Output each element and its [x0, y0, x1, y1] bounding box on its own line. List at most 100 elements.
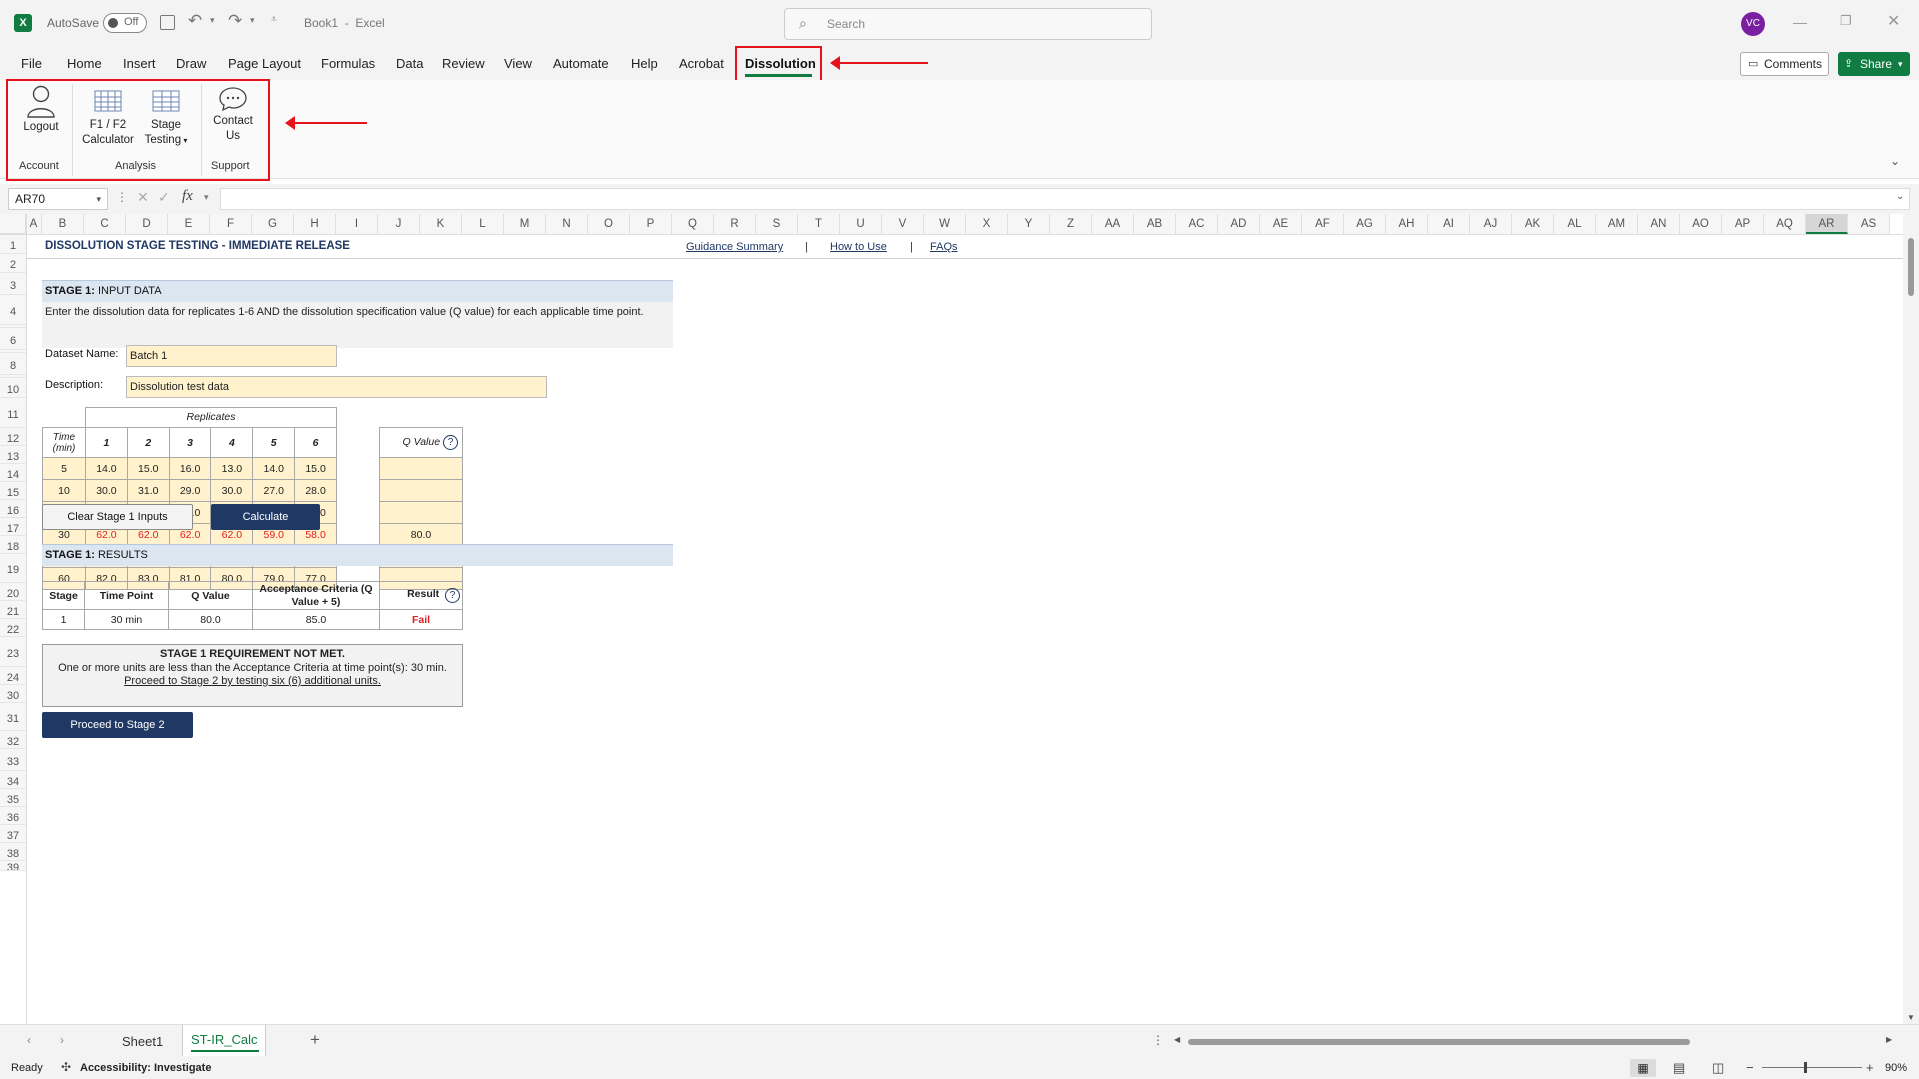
column-header[interactable]: A [26, 214, 42, 234]
column-header[interactable]: X [966, 214, 1008, 234]
replicate-cell[interactable]: 27.0 [252, 479, 296, 502]
column-header[interactable]: AB [1134, 214, 1176, 234]
row-header[interactable]: 34 [0, 771, 26, 789]
link-faqs[interactable]: FAQs [930, 241, 958, 253]
accessibility-status[interactable]: Accessibility: Investigate [80, 1062, 211, 1074]
row-header[interactable]: 8 [0, 353, 26, 375]
row-header[interactable]: 23 [0, 637, 26, 667]
qvalue-cell[interactable] [379, 457, 463, 480]
menu-data[interactable]: Data [396, 56, 423, 71]
column-header[interactable]: AR [1806, 214, 1848, 234]
qvalue-cell[interactable] [379, 501, 463, 524]
column-header[interactable]: M [504, 214, 546, 234]
row-header[interactable]: 30 [0, 685, 26, 703]
column-header[interactable]: AO [1680, 214, 1722, 234]
save-icon[interactable] [160, 15, 175, 30]
column-header[interactable]: I [336, 214, 378, 234]
row-header[interactable]: 37 [0, 825, 26, 843]
row-header[interactable]: 35 [0, 789, 26, 807]
comments-button[interactable]: ▭ Comments [1740, 52, 1829, 76]
row-header[interactable]: 6 [0, 328, 26, 350]
column-header[interactable]: E [168, 214, 210, 234]
replicate-cell[interactable]: 15.0 [126, 457, 170, 480]
replicate-cell[interactable]: 30.0 [85, 479, 128, 502]
column-header[interactable]: Z [1050, 214, 1092, 234]
column-header[interactable]: R [714, 214, 756, 234]
menu-page-layout[interactable]: Page Layout [228, 56, 301, 71]
column-header[interactable]: O [588, 214, 630, 234]
menu-file[interactable]: File [21, 56, 42, 71]
calculate-button[interactable]: Calculate [211, 504, 320, 530]
vertical-scrollbar[interactable]: ▲ ▼ [1903, 214, 1919, 1024]
column-header[interactable]: AE [1260, 214, 1302, 234]
zoom-in-icon[interactable]: + [1866, 1060, 1874, 1075]
tabs-more-icon[interactable]: ⋮ [1152, 1033, 1164, 1047]
column-header[interactable]: AM [1596, 214, 1638, 234]
result-help-icon[interactable]: ? [445, 588, 460, 603]
column-header[interactable]: P [630, 214, 672, 234]
column-header[interactable]: Q [672, 214, 714, 234]
column-header[interactable]: AA [1092, 214, 1134, 234]
column-header[interactable]: D [126, 214, 168, 234]
menu-insert[interactable]: Insert [123, 56, 156, 71]
prev-sheet-icon[interactable]: ‹ [27, 1033, 31, 1047]
hscroll-left-icon[interactable]: ◀ [1174, 1035, 1180, 1044]
column-header[interactable]: AP [1722, 214, 1764, 234]
minimize-icon[interactable]: — [1793, 14, 1807, 30]
row-header[interactable]: 32 [0, 731, 26, 749]
zoom-out-icon[interactable]: − [1746, 1060, 1754, 1075]
row-header[interactable]: 1 [0, 235, 26, 254]
row-header[interactable]: 31 [0, 703, 26, 731]
column-header[interactable]: AJ [1470, 214, 1512, 234]
enter-formula-icon[interactable]: ✓ [158, 189, 170, 206]
hscroll-right-icon[interactable]: ▶ [1886, 1035, 1892, 1044]
column-header[interactable]: AS [1848, 214, 1890, 234]
column-header[interactable]: T [798, 214, 840, 234]
replicate-cell[interactable]: 15.0 [294, 457, 337, 480]
menu-formulas[interactable]: Formulas [321, 56, 375, 71]
add-sheet-icon[interactable]: + [310, 1030, 320, 1050]
qvalue-help-icon[interactable]: ? [443, 435, 458, 450]
qvalue-cell[interactable]: 80.0 [379, 523, 463, 546]
zoom-level[interactable]: 90% [1885, 1062, 1907, 1074]
undo-icon[interactable]: ↶ [188, 11, 202, 31]
logout-button[interactable]: Logout [14, 84, 68, 135]
contact-us-button[interactable]: Contact Us [207, 86, 259, 144]
column-header[interactable]: AL [1554, 214, 1596, 234]
dataset-name-input[interactable]: Batch 1 [126, 345, 337, 367]
zoom-slider[interactable] [1762, 1062, 1862, 1073]
menu-draw[interactable]: Draw [176, 56, 206, 71]
column-header[interactable]: S [756, 214, 798, 234]
page-break-view-icon[interactable]: ◫ [1712, 1060, 1724, 1076]
name-box[interactable]: AR70 ▾ [8, 188, 108, 210]
column-header[interactable]: W [924, 214, 966, 234]
menu-acrobat[interactable]: Acrobat [679, 56, 724, 71]
row-header[interactable]: 39 [0, 861, 26, 871]
row-header[interactable]: 2 [0, 254, 26, 273]
row-header[interactable]: 11 [0, 398, 26, 428]
replicate-cell[interactable]: 16.0 [168, 457, 212, 480]
column-header[interactable]: AQ [1764, 214, 1806, 234]
customize-toolbar-icon[interactable]: ⩡ [271, 14, 277, 25]
column-header[interactable]: AI [1428, 214, 1470, 234]
link-how-to-use[interactable]: How to Use [830, 241, 887, 253]
row-header[interactable]: 33 [0, 749, 26, 771]
normal-view-icon[interactable]: ▦ [1630, 1059, 1656, 1077]
menu-review[interactable]: Review [442, 56, 485, 71]
row-header[interactable]: 38 [0, 843, 26, 861]
column-header[interactable]: AC [1176, 214, 1218, 234]
row-header[interactable]: 3 [0, 273, 26, 295]
column-header[interactable]: AF [1302, 214, 1344, 234]
vertical-scroll-thumb[interactable] [1908, 238, 1914, 296]
column-header[interactable]: C [84, 214, 126, 234]
menu-help[interactable]: Help [631, 56, 658, 71]
column-header[interactable]: J [378, 214, 420, 234]
row-header[interactable]: 14 [0, 464, 26, 482]
sheet-tab-sheet1[interactable]: Sheet1 [122, 1034, 163, 1049]
row-header[interactable]: 13 [0, 446, 26, 464]
next-sheet-icon[interactable]: › [60, 1033, 64, 1047]
undo-dropdown-icon[interactable]: ▾ [210, 15, 215, 26]
row-header[interactable]: 17 [0, 518, 26, 536]
avatar[interactable]: VC [1741, 12, 1765, 36]
close-icon[interactable]: ✕ [1887, 11, 1900, 31]
